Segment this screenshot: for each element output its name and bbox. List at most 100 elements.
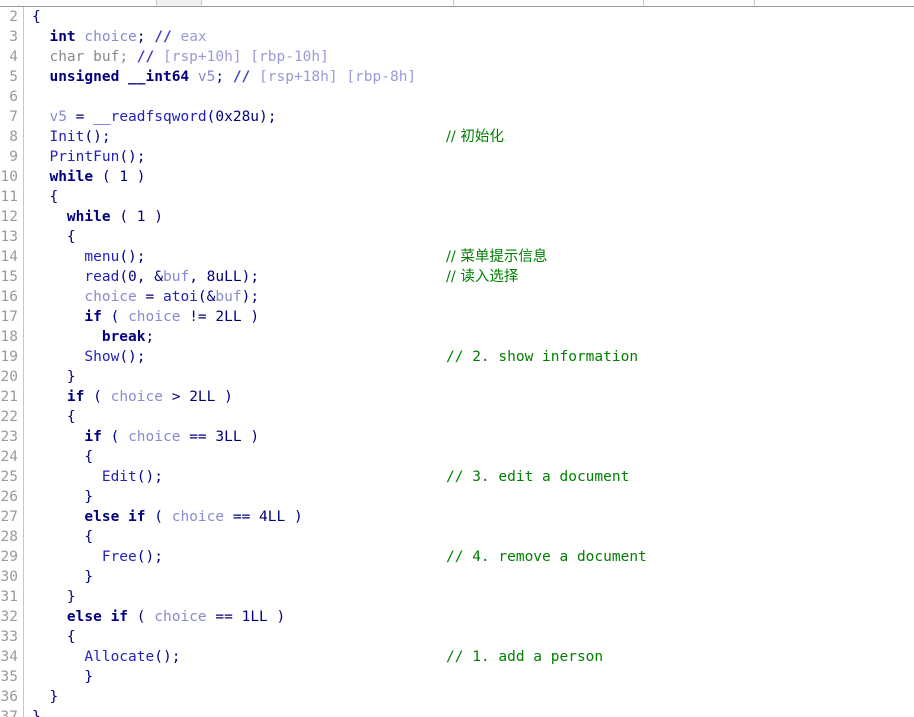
code-line-text: read(0, &buf, 8uLL);	[84, 269, 260, 285]
code-line-text: }	[32, 709, 41, 717]
line-number: 36	[0, 689, 18, 705]
code-line-text: }	[84, 489, 94, 505]
line-number: 21	[0, 389, 18, 405]
line-number: 30	[0, 569, 18, 585]
line-number: 19	[0, 349, 18, 365]
code-line[interactable]: if ( choice > 2LL )	[25, 387, 914, 407]
line-number: 3	[9, 29, 18, 45]
code-line-text: Show();	[84, 349, 146, 365]
line-number: 35	[0, 669, 18, 685]
code-line-comment: // 菜单提示信息	[446, 249, 548, 265]
code-line-comment: // 读入选择	[446, 269, 519, 285]
code-line[interactable]: }	[25, 487, 914, 507]
line-number: 27	[0, 509, 18, 525]
line-number: 14	[0, 249, 18, 265]
code-line[interactable]: {	[25, 7, 914, 27]
line-number: 34	[0, 649, 18, 665]
code-line-text: {	[66, 229, 76, 245]
code-line-text: }	[49, 689, 59, 705]
header-segment-4[interactable]	[453, 0, 643, 7]
code-line[interactable]: Allocate(); // 1. add a person	[25, 647, 914, 667]
code-line-text: unsigned __int64 v5; // [rsp+18h] [rbp-8…	[49, 69, 417, 85]
line-number: 15	[0, 269, 18, 285]
code-line-text: Free();	[101, 549, 163, 565]
line-number: 5	[9, 69, 18, 85]
code-line[interactable]: v5 = __readfsqword(0x28u);	[25, 107, 914, 127]
line-number-gutter: 2 3 4 5 6 7 8 9 10 11 12 13 14 15 16 17 18 19 20 21 22 23 24 25…	[0, 7, 24, 717]
code-line[interactable]: {	[25, 187, 914, 207]
code-line-comment: // 4. remove a document	[446, 549, 647, 565]
code-line[interactable]: if ( choice != 2LL )	[25, 307, 914, 327]
header-segment-6[interactable]	[754, 0, 914, 7]
code-line[interactable]: int choice; // eax	[25, 27, 914, 47]
code-line[interactable]: unsigned __int64 v5; // [rsp+18h] [rbp-8…	[25, 67, 914, 87]
code-line[interactable]: Init(); // 初始化	[25, 127, 914, 147]
code-line[interactable]: read(0, &buf, 8uLL); // 读入选择	[25, 267, 914, 287]
header-segment-2[interactable]	[156, 0, 201, 7]
line-number: 23	[0, 429, 18, 445]
code-line[interactable]: Show(); // 2. show information	[25, 347, 914, 367]
line-number: 11	[0, 189, 18, 205]
code-line-text: }	[84, 669, 94, 685]
code-line-text: {	[84, 449, 94, 465]
line-number: 10	[0, 169, 18, 185]
code-line[interactable]: else if ( choice == 4LL )	[25, 507, 914, 527]
header-segment-1[interactable]	[0, 0, 156, 7]
code-line[interactable]: if ( choice == 3LL )	[25, 427, 914, 447]
code-line-text: while ( 1 )	[49, 169, 146, 185]
header-segment-3[interactable]	[201, 0, 453, 7]
code-line-text: break;	[101, 329, 155, 345]
code-line[interactable]: }	[25, 707, 914, 717]
line-number: 18	[0, 329, 18, 345]
code-line[interactable]: menu(); // 菜单提示信息	[25, 247, 914, 267]
code-line[interactable]: PrintFun();	[25, 147, 914, 167]
line-number: 32	[0, 609, 18, 625]
code-line-text: }	[84, 569, 94, 585]
code-line-text: char buf; // [rsp+10h] [rbp-10h]	[49, 49, 329, 65]
line-number: 13	[0, 229, 18, 245]
code-line[interactable]: }	[25, 667, 914, 687]
code-line-text: PrintFun();	[49, 149, 146, 165]
line-number: 31	[0, 589, 18, 605]
code-line[interactable]: Edit(); // 3. edit a document	[25, 467, 914, 487]
line-number: 22	[0, 409, 18, 425]
code-line[interactable]: while ( 1 )	[25, 167, 914, 187]
code-line-text: if ( choice == 3LL )	[84, 429, 260, 445]
code-line-text: Edit();	[101, 469, 163, 485]
line-number: 7	[9, 109, 18, 125]
code-line[interactable]: }	[25, 687, 914, 707]
code-line[interactable]: {	[25, 447, 914, 467]
code-line[interactable]: choice = atoi(&buf);	[25, 287, 914, 307]
code-line[interactable]: }	[25, 367, 914, 387]
line-number: 29	[0, 549, 18, 565]
line-number: 17	[0, 309, 18, 325]
code-line[interactable]	[25, 87, 914, 107]
code-line-text: {	[66, 409, 76, 425]
code-line-text: {	[84, 529, 94, 545]
code-line[interactable]: break;	[25, 327, 914, 347]
code-line-text: else if ( choice == 1LL )	[66, 609, 286, 625]
header-segment-5[interactable]	[643, 0, 754, 7]
code-line-comment: // 1. add a person	[446, 649, 604, 665]
code-line-text: v5 = __readfsqword(0x28u);	[49, 109, 277, 125]
line-number: 25	[0, 469, 18, 485]
code-line[interactable]: }	[25, 587, 914, 607]
pseudocode-code-area[interactable]: { int choice; // eax char buf; // [rsp+1…	[25, 7, 914, 717]
code-line-text: }	[66, 589, 76, 605]
code-line[interactable]: while ( 1 )	[25, 207, 914, 227]
code-line-text: int choice; // eax	[49, 29, 207, 45]
code-line[interactable]: }	[25, 567, 914, 587]
code-line-text: while ( 1 )	[66, 209, 163, 225]
code-line[interactable]: {	[25, 407, 914, 427]
view-header-bar[interactable]	[0, 0, 914, 7]
code-line[interactable]: else if ( choice == 1LL )	[25, 607, 914, 627]
code-line[interactable]: char buf; // [rsp+10h] [rbp-10h]	[25, 47, 914, 67]
line-number: 24	[0, 449, 18, 465]
code-line[interactable]: Free(); // 4. remove a document	[25, 547, 914, 567]
code-line[interactable]: {	[25, 627, 914, 647]
line-number: 6	[9, 89, 18, 105]
code-line-comment: // 2. show information	[446, 349, 639, 365]
code-line-comment: // 3. edit a document	[446, 469, 630, 485]
code-line[interactable]: {	[25, 527, 914, 547]
code-line[interactable]: {	[25, 227, 914, 247]
